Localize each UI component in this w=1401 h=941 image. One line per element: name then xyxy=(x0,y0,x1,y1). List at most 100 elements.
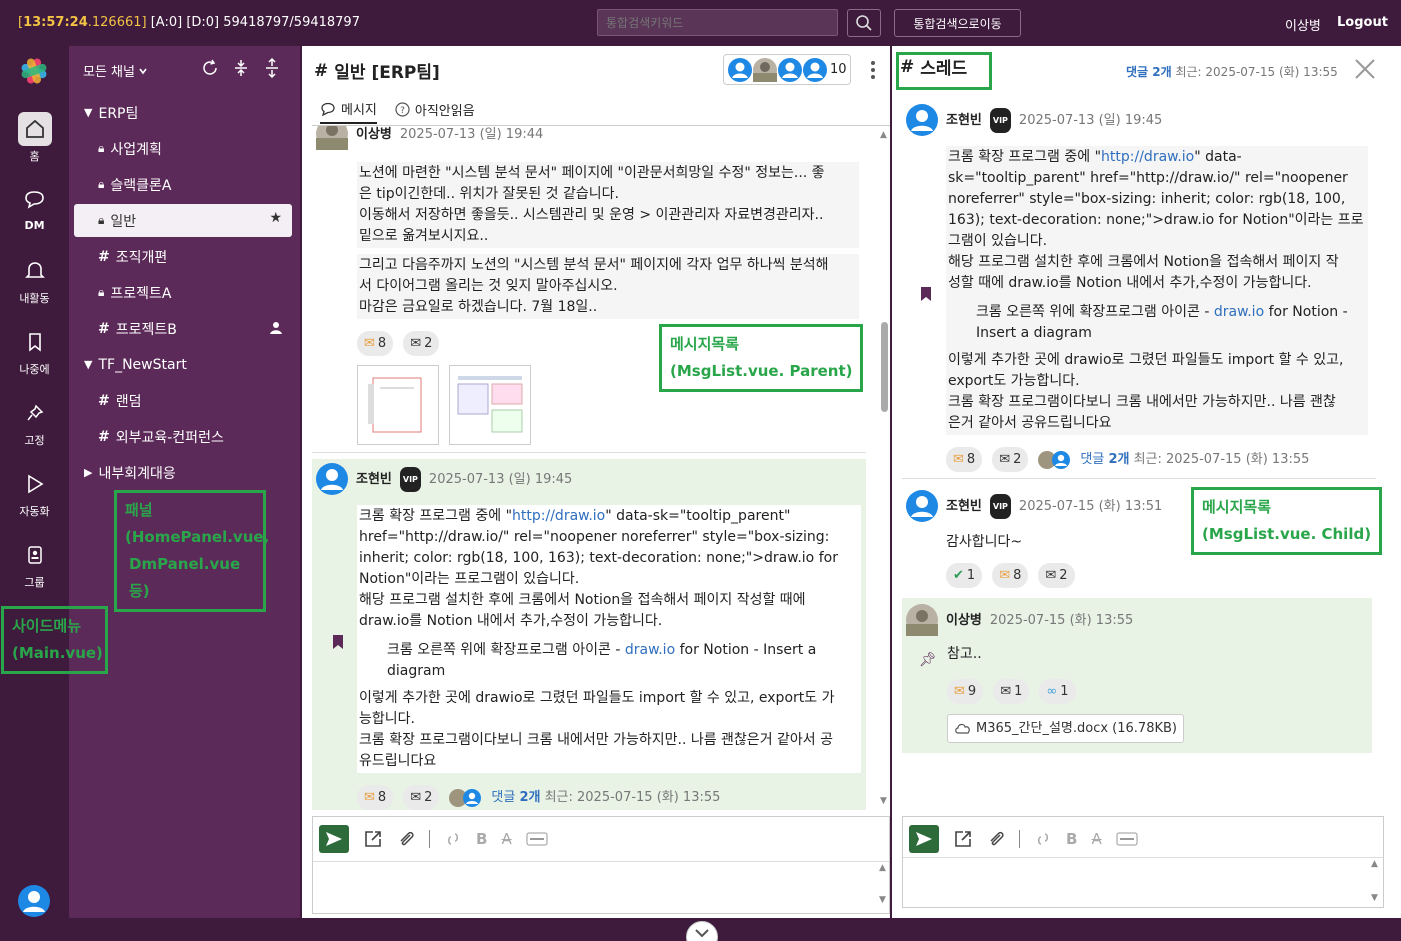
channel-filter-dropdown[interactable]: 모든 채널 xyxy=(83,61,148,80)
nav-pinned[interactable]: 고정 xyxy=(0,396,69,448)
bookmark-icon[interactable] xyxy=(332,634,344,650)
channel-item[interactable]: # 조직개편 xyxy=(74,240,292,273)
thread-editor[interactable]: B A ▲ ▼ xyxy=(902,816,1384,908)
nav-group[interactable]: 그룹 xyxy=(0,538,69,590)
scroll-up-icon[interactable]: ▲ xyxy=(1371,859,1378,869)
scroll-to-bottom-button[interactable] xyxy=(686,921,718,941)
scrollbar[interactable]: ▲ ▼ xyxy=(878,126,890,810)
html-icon[interactable] xyxy=(526,831,548,847)
text-run: 크롬 오른쪽 위에 확장프로그램 아이콘 - xyxy=(976,304,1214,320)
bold-icon[interactable]: B xyxy=(476,830,487,848)
user-avatar-icon[interactable] xyxy=(18,885,50,917)
collapse-all-icon[interactable] xyxy=(231,58,251,78)
sender-name: 조현빈 xyxy=(356,471,392,487)
message-line: 그리고 다음주까지 노션의 "시스템 분석 문서" 페이지에 각자 업무 하나씩… xyxy=(359,257,829,273)
tab-label: 아직안읽음 xyxy=(414,104,475,119)
tab-unread[interactable]: ? 아직안읽음 xyxy=(395,99,475,124)
play-icon xyxy=(18,467,52,501)
divider xyxy=(313,861,889,862)
reaction-mail-check[interactable]: ✉ 2 xyxy=(403,331,440,356)
sender-name: 이상병 xyxy=(946,612,982,628)
close-icon[interactable] xyxy=(1354,58,1376,80)
message-date: 2025-07-15 (화) 13:55 xyxy=(989,612,1134,628)
message-line: 은거 같아서 공유드립니다요 xyxy=(948,415,1112,431)
nav-home[interactable]: 홈 xyxy=(0,112,69,164)
reaction-mail-check[interactable]: ✉ 1 xyxy=(993,679,1030,704)
more-options-icon[interactable] xyxy=(870,60,876,80)
move-to-search-button[interactable]: 통합검색으로이동 xyxy=(894,9,1021,37)
person-icon xyxy=(270,322,282,334)
star-icon[interactable]: ★ xyxy=(269,210,282,226)
nav-later[interactable]: 나중에 xyxy=(0,325,69,377)
image-attachment[interactable] xyxy=(449,365,531,445)
reaction-mail-check[interactable]: ✉ 2 xyxy=(992,447,1029,472)
link[interactable]: draw.io xyxy=(1214,304,1264,320)
message-line: 능합니다. xyxy=(359,711,415,727)
link[interactable]: http://draw.io xyxy=(1101,149,1194,165)
nav-dm[interactable]: DM xyxy=(0,183,69,232)
channel-group-erp[interactable]: ▼ ERP팀 xyxy=(74,96,292,129)
scroll-down-icon[interactable]: ▼ xyxy=(879,895,886,905)
bookmark-icon[interactable] xyxy=(920,286,932,302)
search-button[interactable] xyxy=(847,9,881,37)
reaction-mail[interactable]: ✉ 8 xyxy=(946,447,983,472)
channel-item[interactable]: 🔒︎ 사업계획 xyxy=(74,132,292,165)
message-line: 이렇게 추가한 곳에 drawio로 그렸던 파일들도 import 할 수 있… xyxy=(948,352,1344,368)
paperclip-icon[interactable] xyxy=(397,829,415,849)
refresh-icon[interactable] xyxy=(200,58,220,78)
channel-item[interactable]: 🔒︎ 프로젝트A xyxy=(74,276,292,309)
tab-messages[interactable]: 메시지 xyxy=(320,99,377,124)
send-button[interactable] xyxy=(319,825,349,853)
reaction-mail[interactable]: ✉ 8 xyxy=(992,563,1029,588)
channel-item[interactable]: 🔒︎ 슬랙클론A xyxy=(74,168,292,201)
pin-icon[interactable]: 📌︎ xyxy=(919,650,937,671)
expand-all-icon[interactable] xyxy=(262,58,282,78)
nav-activity[interactable]: 내활동 xyxy=(0,254,69,306)
search-input[interactable] xyxy=(597,9,838,36)
group-icon xyxy=(18,538,52,572)
reaction-mail[interactable]: ✉ 8 xyxy=(357,785,394,810)
text-run: 크롬 확장 프로그램 중에 " xyxy=(359,508,513,524)
annotation-thread-box xyxy=(896,52,992,90)
file-attachment[interactable]: M365_간단_설명.docx (16.78KB) xyxy=(947,714,1184,743)
channel-item[interactable]: # 외부교육-컨퍼런스 xyxy=(74,420,292,453)
channel-group-tf[interactable]: ▼ TF_NewStart xyxy=(74,348,292,381)
channel-item[interactable]: # 랜덤 xyxy=(74,384,292,417)
logout-link[interactable]: Logout xyxy=(1337,15,1388,30)
link[interactable]: http://draw.io xyxy=(512,508,605,524)
message-editor[interactable]: B A ▲ ▼ xyxy=(312,816,890,914)
scroll-down-icon[interactable]: ▼ xyxy=(1371,893,1378,903)
reaction-mail[interactable]: ✉ 8 xyxy=(357,331,394,356)
link[interactable]: draw.io xyxy=(625,642,675,658)
reaction-mail[interactable]: ✉ 9 xyxy=(947,679,984,704)
channel-group-internal[interactable]: ▶ 내부회계대응 xyxy=(74,456,292,489)
lock-icon: 🔒︎ xyxy=(98,141,105,155)
reaction-mail-check[interactable]: ✉ 2 xyxy=(403,785,440,810)
share-icon[interactable] xyxy=(953,829,973,849)
image-attachment[interactable] xyxy=(357,365,439,445)
bold-icon[interactable]: B xyxy=(1066,830,1077,848)
reaction-glasses[interactable]: ∞ 1 xyxy=(1039,679,1076,704)
channel-item[interactable]: # 프로젝트B xyxy=(74,312,292,345)
link-icon[interactable] xyxy=(1034,829,1052,849)
share-icon[interactable] xyxy=(363,829,383,849)
channel-item-active[interactable]: 🔒︎ 일반 ★ xyxy=(74,204,292,237)
scroll-up-icon[interactable]: ▲ xyxy=(879,863,886,873)
html-icon[interactable] xyxy=(1116,831,1138,847)
member-list-button[interactable]: 10 xyxy=(723,54,851,85)
strikethrough-icon[interactable]: A xyxy=(1091,830,1101,848)
paperclip-icon[interactable] xyxy=(987,829,1005,849)
status-readout: [13:57:24.126661] [A:0] [D:0] 59418797/5… xyxy=(18,15,360,30)
reply-summary[interactable]: 댓글 2개 최근: 2025-07-15 (화) 13:55 xyxy=(491,787,720,808)
reaction-mail-check[interactable]: ✉ 2 xyxy=(1038,563,1075,588)
send-button[interactable] xyxy=(909,825,939,853)
reaction-count: 2 xyxy=(424,790,433,805)
bell-icon xyxy=(18,254,52,288)
message-line: 크롬 확장 프로그램이다보니 크롬 내에서만 가능하지만.. 나름 괜찮은거 같… xyxy=(359,732,833,748)
link-icon[interactable] xyxy=(444,829,462,849)
reply-summary[interactable]: 댓글 2개 최근: 2025-07-15 (화) 13:55 xyxy=(1080,449,1309,470)
strikethrough-icon[interactable]: A xyxy=(501,830,511,848)
reaction-check[interactable]: ✔ 1 xyxy=(946,563,983,588)
envelope-icon: ✉ xyxy=(999,568,1011,583)
nav-automation[interactable]: 자동화 xyxy=(0,467,69,519)
